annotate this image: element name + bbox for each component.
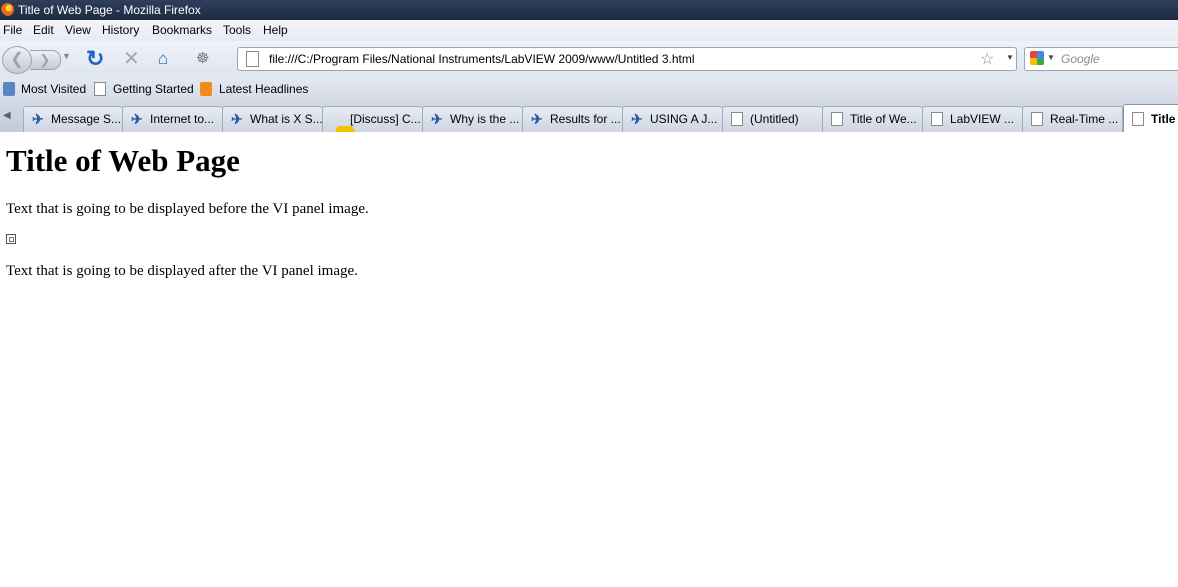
url-text[interactable]: file:///C:/Program Files/National Instru…	[269, 52, 695, 66]
menu-file[interactable]: File	[3, 23, 22, 37]
reload-icon[interactable]: ↻	[86, 46, 104, 72]
ni-eagle-icon: ✈	[32, 111, 44, 127]
menu-help[interactable]: Help	[263, 23, 288, 37]
most-visited-icon	[3, 82, 15, 96]
page-icon	[246, 51, 259, 67]
tab-title-active[interactable]: Title	[1123, 104, 1178, 133]
url-dropdown-icon[interactable]: ▼	[1006, 53, 1014, 62]
page-heading: Title of Web Page	[6, 143, 240, 178]
search-engine-dropdown-icon[interactable]: ▼	[1047, 53, 1055, 62]
search-placeholder[interactable]: Google	[1061, 52, 1100, 66]
ni-eagle-icon: ✈	[431, 111, 443, 127]
page-content: Title of Web Page Text that is going to …	[0, 132, 1178, 587]
tab-scroll-left-icon[interactable]: ◀	[3, 110, 11, 121]
home-icon[interactable]: ⌂	[158, 46, 168, 72]
bookmark-most-visited[interactable]: Most Visited	[21, 82, 86, 96]
tab-real-time[interactable]: Real-Time ...	[1022, 106, 1123, 132]
bookmark-getting-started[interactable]: Getting Started	[113, 82, 194, 96]
ni-eagle-icon: ✈	[231, 111, 243, 127]
text-after-image: Text that is going to be displayed after…	[6, 263, 358, 279]
menu-history[interactable]: History	[102, 23, 139, 37]
tab-title-of-web[interactable]: Title of We...	[822, 106, 923, 132]
address-bar[interactable]: file:///C:/Program Files/National Instru…	[237, 47, 1017, 71]
stop-icon[interactable]: ✕	[123, 46, 140, 72]
menu-bookmarks[interactable]: Bookmarks	[152, 23, 212, 37]
ni-eagle-icon: ✈	[531, 111, 543, 127]
back-arrow-icon: ❮	[10, 51, 24, 68]
history-dropdown-icon[interactable]: ▼	[62, 51, 71, 61]
page-icon	[831, 112, 843, 126]
firefox-logo-icon	[1, 3, 14, 16]
page-icon	[1132, 112, 1144, 126]
tab-untitled[interactable]: (Untitled)	[722, 106, 823, 132]
page-icon	[931, 112, 943, 126]
tab-using[interactable]: ✈ USING A J...	[622, 106, 723, 132]
window-title-bar[interactable]: Title of Web Page - Mozilla Firefox	[0, 0, 1178, 20]
menu-view[interactable]: View	[65, 23, 91, 37]
tab-why-is[interactable]: ✈ Why is the ...	[422, 106, 523, 132]
back-button[interactable]: ❮	[2, 46, 32, 74]
page-icon	[94, 82, 106, 96]
menu-bar: File Edit View History Bookmarks Tools H…	[0, 20, 1178, 41]
page-icon	[731, 112, 743, 126]
tab-internet[interactable]: ✈ Internet to...	[122, 106, 223, 132]
bookmarks-toolbar: Most Visited Getting Started Latest Head…	[0, 77, 1178, 101]
extension-icon[interactable]: ☸	[196, 47, 209, 71]
menu-edit[interactable]: Edit	[33, 23, 54, 37]
broken-image-icon	[6, 234, 16, 244]
forward-arrow-icon: ❯	[39, 52, 51, 67]
tab-labview[interactable]: LabVIEW ...	[922, 106, 1023, 132]
page-icon	[1031, 112, 1043, 126]
tab-results[interactable]: ✈ Results for ...	[522, 106, 623, 132]
rss-icon	[200, 82, 212, 96]
ni-eagle-icon: ✈	[631, 111, 643, 127]
bookmark-star-icon[interactable]: ☆	[980, 49, 994, 69]
tab-message[interactable]: ✈ Message S...	[23, 106, 123, 132]
bookmark-latest-headlines[interactable]: Latest Headlines	[219, 82, 308, 96]
forward-button[interactable]: ❯	[30, 50, 61, 70]
ni-eagle-icon: ✈	[131, 111, 143, 127]
search-bar[interactable]: ▼ Google	[1024, 47, 1178, 71]
tab-discuss[interactable]: [Discuss] C...	[322, 106, 423, 132]
window-title: Title of Web Page - Mozilla Firefox	[18, 3, 201, 17]
tab-what-is[interactable]: ✈ What is X S...	[222, 106, 323, 132]
google-icon[interactable]	[1030, 51, 1044, 65]
menu-tools[interactable]: Tools	[223, 23, 251, 37]
text-before-image: Text that is going to be displayed befor…	[6, 201, 369, 217]
